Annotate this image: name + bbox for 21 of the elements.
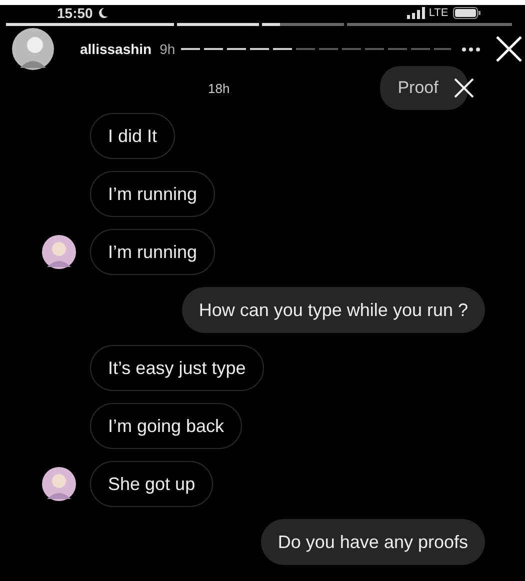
- message-bubble: I’m running: [90, 229, 216, 275]
- message-bubble: Do you have any proofs: [260, 519, 485, 565]
- message-bubble: It’s easy just type: [90, 345, 264, 391]
- signal-icon: [406, 7, 425, 19]
- message-bubble: I’m going back: [90, 403, 242, 449]
- status-time: 15:50: [57, 5, 93, 21]
- message-bubble: She got up: [90, 461, 214, 507]
- message-bubble: I’m running: [90, 171, 216, 217]
- timestamp: 18h: [208, 80, 230, 96]
- close-icon[interactable]: [495, 35, 524, 63]
- more-icon[interactable]: [461, 46, 482, 52]
- moon-icon: [96, 7, 109, 19]
- network-label: LTE: [428, 6, 448, 21]
- close-icon: [453, 77, 475, 99]
- message-bubble: Proof: [380, 66, 468, 110]
- username[interactable]: allissashin: [80, 41, 152, 57]
- message-bubble: How can you type while you run ?: [182, 287, 485, 333]
- battery-icon: [453, 7, 482, 19]
- avatar[interactable]: [12, 28, 54, 70]
- story-age: 9h: [160, 41, 176, 57]
- message-bubble: I did It: [90, 113, 176, 159]
